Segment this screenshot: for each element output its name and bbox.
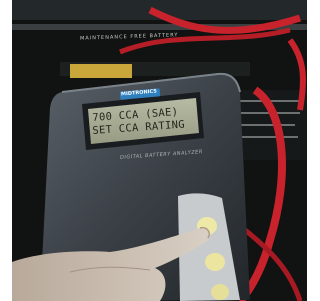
battery-sticker <box>70 64 132 78</box>
keypad-button <box>205 253 225 271</box>
image-border <box>0 0 12 301</box>
keypad-button <box>211 284 229 300</box>
photo-drawing <box>0 0 307 301</box>
battery-tester-photo: MAINTENANCE FREE BATTERY MIDTRONICS 700 … <box>0 0 307 301</box>
